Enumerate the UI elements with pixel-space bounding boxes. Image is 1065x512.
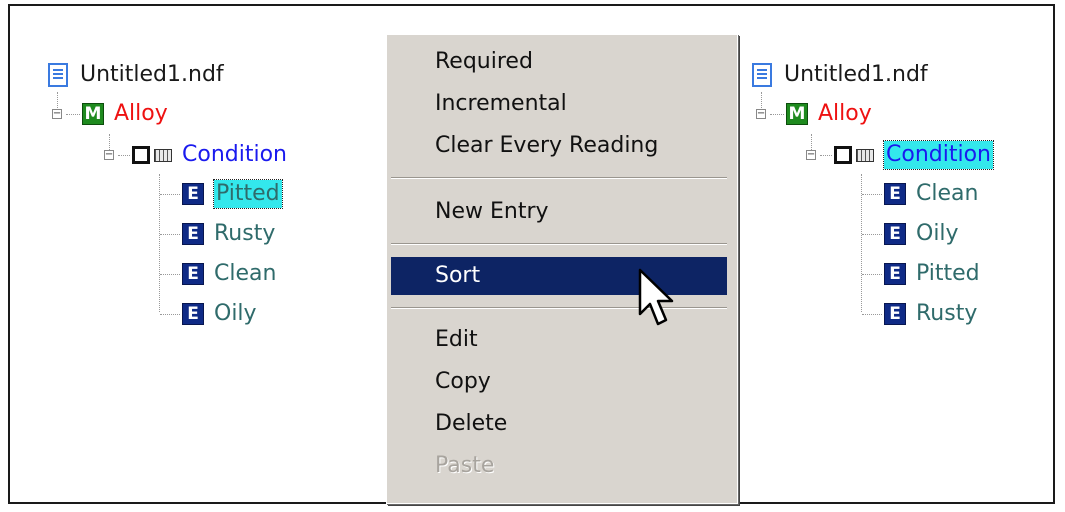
menu-item-incremental[interactable]: Incremental	[391, 85, 727, 123]
menu-separator	[391, 243, 727, 245]
tree-entry-node[interactable]: E Oily	[862, 219, 959, 249]
tree-entry-node[interactable]: E Pitted	[160, 179, 283, 209]
entry-icon: E	[884, 183, 906, 205]
entry-icon: E	[884, 223, 906, 245]
tree-attribute-node[interactable]: − Condition	[806, 140, 994, 170]
tree-connector	[862, 233, 882, 235]
tree-entry-node[interactable]: E Rusty	[862, 299, 977, 329]
tree-root-node[interactable]: Untitled1.ndf	[752, 60, 928, 90]
menu-item-new-entry[interactable]: New Entry	[391, 193, 727, 231]
columns-icon	[856, 148, 874, 162]
tree-entry-node[interactable]: E Clean	[160, 259, 276, 289]
entry-icon: E	[182, 183, 204, 205]
entry-icon: E	[182, 223, 204, 245]
document-icon	[48, 63, 68, 87]
tree-model-node[interactable]: − M Alloy	[52, 99, 168, 129]
tree-entry-node[interactable]: E Pitted	[862, 259, 980, 289]
tree-entry-label-selected: Pitted	[213, 179, 283, 209]
attribute-box-icon	[132, 146, 150, 164]
menu-item-clear-every-reading[interactable]: Clear Every Reading	[391, 127, 727, 165]
entry-icon: E	[182, 303, 204, 325]
collapse-icon[interactable]: −	[756, 109, 766, 119]
tree-model-node[interactable]: − M Alloy	[756, 99, 872, 129]
right-tree-panel: Untitled1.ndf − M Alloy − Condition E Cl…	[742, 6, 1065, 502]
tree-connector	[160, 193, 180, 195]
tree-connector	[160, 273, 180, 275]
tree-entry-label: Clean	[916, 181, 979, 206]
tree-connector	[66, 113, 80, 115]
entry-icon: E	[884, 303, 906, 325]
tree-entry-label: Oily	[916, 221, 959, 246]
tree-entry-label: Rusty	[916, 301, 978, 326]
tree-entry-label: Clean	[214, 261, 277, 286]
model-icon: M	[82, 103, 104, 125]
collapse-icon[interactable]: −	[806, 150, 816, 160]
columns-icon	[154, 148, 172, 162]
tree-model-label: Alloy	[818, 101, 872, 126]
attribute-box-icon	[834, 146, 852, 164]
tree-entry-label: Pitted	[916, 261, 980, 286]
entry-icon: E	[182, 263, 204, 285]
tree-attribute-label-selected: Condition	[883, 140, 994, 170]
collapse-icon[interactable]: −	[52, 109, 62, 119]
collapse-icon[interactable]: −	[104, 150, 114, 160]
context-menu: Required Incremental Clear Every Reading…	[386, 34, 738, 504]
menu-item-paste: Paste	[435, 453, 495, 478]
tree-root-node[interactable]: Untitled1.ndf	[48, 60, 224, 90]
tree-connector	[862, 273, 882, 275]
tree-attribute-label: Condition	[182, 142, 287, 167]
tree-connector	[862, 193, 882, 195]
tree-connector	[118, 154, 130, 156]
left-tree-panel: Untitled1.ndf − M Alloy − Condition E Pi…	[10, 6, 350, 502]
model-icon: M	[786, 103, 808, 125]
tree-model-label: Alloy	[114, 101, 168, 126]
tree-connector	[160, 233, 180, 235]
mouse-pointer-icon	[638, 268, 674, 326]
tree-entry-node[interactable]: E Rusty	[160, 219, 275, 249]
menu-item-required[interactable]: Required	[391, 43, 727, 81]
tree-connector	[770, 113, 784, 115]
screenshot-frame: Untitled1.ndf − M Alloy − Condition E Pi…	[8, 4, 1055, 504]
document-icon	[752, 63, 772, 87]
tree-entry-node[interactable]: E Oily	[160, 299, 257, 329]
tree-root-label: Untitled1.ndf	[80, 62, 224, 87]
menu-item-copy[interactable]: Copy	[391, 363, 727, 401]
tree-root-label: Untitled1.ndf	[784, 62, 928, 87]
tree-entry-label: Oily	[214, 301, 257, 326]
tree-connector	[160, 313, 180, 315]
tree-connector	[862, 313, 882, 315]
menu-item-delete[interactable]: Delete	[391, 405, 727, 443]
tree-entry-label: Rusty	[214, 221, 276, 246]
tree-connector	[820, 154, 832, 156]
menu-separator	[391, 177, 727, 179]
tree-attribute-node[interactable]: − Condition	[104, 140, 287, 170]
entry-icon: E	[884, 263, 906, 285]
tree-entry-node[interactable]: E Clean	[862, 179, 978, 209]
